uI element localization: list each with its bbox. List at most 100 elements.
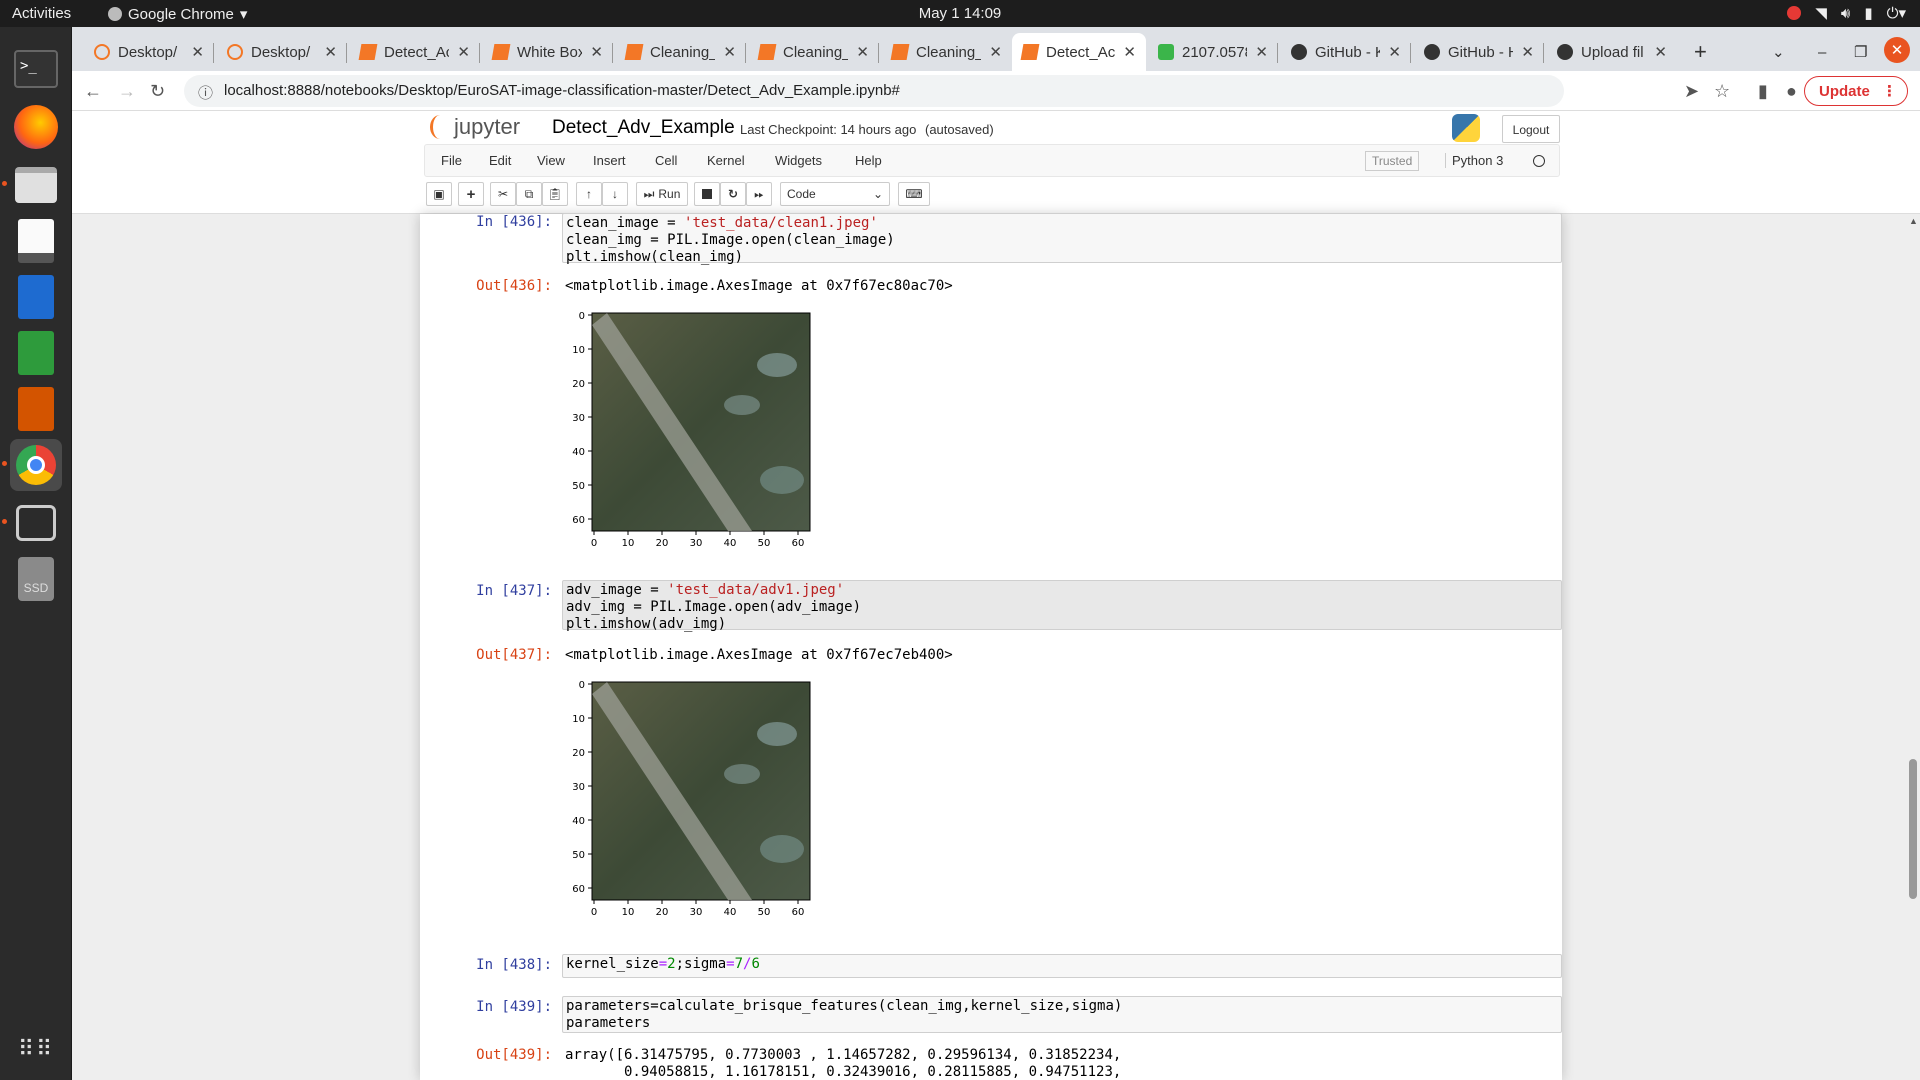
close-tab-icon[interactable]: ✕ [989, 43, 1002, 61]
code-input[interactable]: clean_image = 'test_data/clean1.jpeg' cl… [562, 213, 1562, 265]
code-token: clean_image = [566, 215, 685, 231]
logout-button[interactable]: Logout [1502, 115, 1560, 143]
page-scrollbar[interactable]: ▲ [1906, 214, 1920, 1080]
browser-tab[interactable]: 2107.0578 ✕ [1148, 33, 1278, 71]
forward-icon[interactable]: → [118, 81, 136, 102]
dock-document-viewer[interactable] [10, 215, 62, 267]
code-input[interactable]: kernel_size=2;sigma=7/6 [562, 954, 1562, 978]
arrow-down-icon: ↓ [612, 187, 618, 201]
system-top-bar: Activities Google Chrome ▾ May 1 14:09 ◥ … [0, 0, 1920, 27]
jupyter-logo-icon [430, 115, 450, 139]
code-input[interactable]: parameters=calculate_brisque_features(cl… [562, 996, 1562, 1033]
battery-icon[interactable]: ▮ [1864, 4, 1872, 22]
copy-button[interactable]: ⧉ [516, 182, 542, 206]
update-button[interactable]: Update ⋮ [1804, 76, 1908, 106]
maximize-icon[interactable]: ❐ [1844, 33, 1877, 71]
restart-button[interactable]: ↻ [720, 182, 746, 206]
bookmark-star-icon[interactable]: ☆ [1714, 81, 1730, 102]
do-not-disturb-icon[interactable] [1787, 6, 1802, 20]
browser-tab[interactable]: Desktop/ ✕ [217, 33, 347, 71]
browser-tab[interactable]: Cleaning_ ✕ [749, 33, 879, 71]
close-tab-icon[interactable]: ✕ [1255, 43, 1268, 61]
dock-files[interactable] [2, 159, 62, 211]
close-tab-icon[interactable]: ✕ [1654, 43, 1667, 61]
browser-tab[interactable]: Cleaning_ ✕ [882, 33, 1012, 71]
power-menu-icon[interactable]: ⏻▾ [1887, 4, 1906, 22]
profile-icon[interactable]: ● [1786, 81, 1797, 102]
browser-tab[interactable]: GitHub - H ✕ [1414, 33, 1544, 71]
code-input-selected[interactable]: adv_image = 'test_data/adv1.jpeg' adv_im… [562, 580, 1562, 632]
insert-cell-button[interactable]: + [458, 182, 484, 206]
paste-button[interactable]: 📋︎ [542, 182, 568, 206]
save-button[interactable]: ▣ [426, 182, 452, 206]
dock-impress[interactable] [10, 383, 62, 435]
close-tab-icon[interactable]: ✕ [856, 43, 869, 61]
input-prompt: In [438]: [476, 957, 552, 973]
browser-tab[interactable]: GitHub - K ✕ [1281, 33, 1411, 71]
jupyter-logo[interactable]: jupyter [430, 114, 520, 140]
browser-tab-active[interactable]: Detect_Ac ✕ [1012, 33, 1146, 71]
dock-ssd[interactable]: SSD [10, 553, 62, 605]
restart-run-all-button[interactable]: ⏩︎ [746, 182, 772, 206]
browser-tab[interactable]: Detect_Ac ✕ [350, 33, 480, 71]
show-apps-button[interactable]: ⠿⠿ [10, 1023, 62, 1075]
close-window-icon[interactable]: ✕ [1884, 37, 1910, 63]
run-button[interactable]: ⏭︎ Run [636, 182, 688, 206]
wifi-icon[interactable]: ◥ [1815, 4, 1827, 22]
menu-file[interactable]: File [441, 153, 462, 168]
site-info-icon[interactable]: ⓘ [198, 82, 213, 103]
activities-button[interactable]: Activities [12, 5, 71, 22]
cut-button[interactable]: ✂ [490, 182, 516, 206]
menu-view[interactable]: View [537, 153, 565, 168]
code-number: 2 [667, 956, 676, 972]
menu-edit[interactable]: Edit [489, 153, 511, 168]
browser-tab[interactable]: Upload fil ✕ [1547, 33, 1677, 71]
menu-cell[interactable]: Cell [655, 153, 677, 168]
dock-chrome[interactable] [2, 439, 62, 491]
close-tab-icon[interactable]: ✕ [457, 43, 470, 61]
volume-icon[interactable]: 🔊︎ [1841, 5, 1850, 22]
send-icon[interactable]: ➤ [1684, 81, 1699, 102]
system-tray[interactable]: ◥ 🔊︎ ▮ ⏻▾ [1787, 4, 1906, 22]
browser-tab[interactable]: Desktop/ ✕ [84, 33, 214, 71]
close-tab-icon[interactable]: ✕ [1388, 43, 1401, 61]
menu-kernel[interactable]: Kernel [707, 153, 745, 168]
menu-help[interactable]: Help [855, 153, 882, 168]
app-grid-icon: ⠿⠿ [17, 1036, 55, 1061]
cell-type-select[interactable]: Code ⌄ [780, 182, 890, 206]
dock-terminal[interactable]: >_ [10, 43, 62, 95]
scroll-up-arrow-icon[interactable]: ▲ [1909, 216, 1918, 226]
dock-image-viewer[interactable] [2, 497, 62, 549]
browser-tab[interactable]: White Box ✕ [483, 33, 613, 71]
close-tab-icon[interactable]: ✕ [1123, 43, 1136, 61]
menu-widgets[interactable]: Widgets [775, 153, 822, 168]
close-tab-icon[interactable]: ✕ [723, 43, 736, 61]
close-tab-icon[interactable]: ✕ [1521, 43, 1534, 61]
reload-icon[interactable]: ↻ [150, 81, 165, 102]
trusted-badge[interactable]: Trusted [1365, 151, 1420, 171]
close-tab-icon[interactable]: ✕ [191, 43, 204, 61]
browser-tab[interactable]: Cleaning_ ✕ [616, 33, 746, 71]
back-icon[interactable]: ← [84, 81, 102, 102]
dock-firefox[interactable] [10, 101, 62, 153]
scroll-thumb[interactable] [1909, 759, 1917, 899]
code-string: 'test_data/clean1.jpeg' [684, 215, 878, 231]
app-menu[interactable]: Google Chrome ▾ [108, 5, 247, 23]
tab-search-icon[interactable]: ⌄ [1762, 33, 1795, 71]
minimize-icon[interactable]: – [1808, 33, 1836, 71]
autosave-status: (autosaved) [925, 122, 994, 137]
menu-insert[interactable]: Insert [593, 153, 626, 168]
move-up-button[interactable]: ↑ [576, 182, 602, 206]
side-panel-icon[interactable]: ▮ [1758, 81, 1768, 102]
dock-writer[interactable] [10, 271, 62, 323]
notebook-name[interactable]: Detect_Adv_Example [552, 117, 735, 139]
command-palette-button[interactable]: ⌨ [898, 182, 930, 206]
new-tab-button[interactable]: + [1684, 33, 1717, 71]
move-down-button[interactable]: ↓ [602, 182, 628, 206]
close-tab-icon[interactable]: ✕ [324, 43, 337, 61]
close-tab-icon[interactable]: ✕ [590, 43, 603, 61]
interrupt-button[interactable] [694, 182, 720, 206]
clock[interactable]: May 1 14:09 [0, 5, 1920, 22]
address-bar[interactable]: ⓘ localhost:8888/notebooks/Desktop/EuroSA… [184, 75, 1564, 107]
dock-calc[interactable] [10, 327, 62, 379]
